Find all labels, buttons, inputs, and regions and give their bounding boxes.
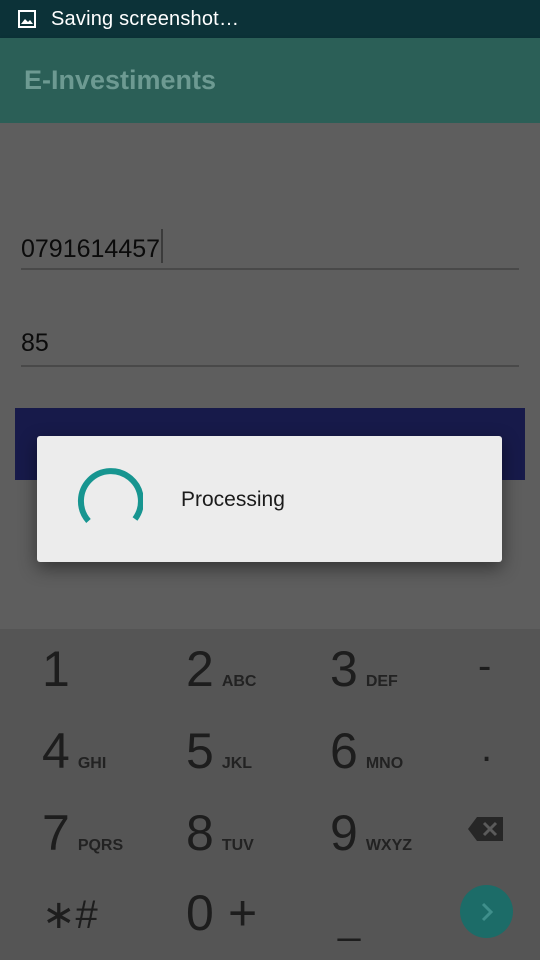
key-digit: 3: [330, 641, 358, 697]
status-text: Saving screenshot…: [51, 7, 240, 30]
dialog-message: Processing: [181, 488, 285, 511]
key-5[interactable]: 5 JKL: [186, 722, 252, 780]
key-2[interactable]: 2 ABC: [186, 640, 256, 698]
processing-dialog: Processing: [37, 436, 502, 562]
key-digit: 6: [330, 723, 358, 779]
key-dot[interactable]: .: [481, 726, 492, 771]
progress-spinner: [77, 468, 143, 523]
key-3[interactable]: 3 DEF: [330, 640, 398, 698]
key-letters: JKL: [221, 755, 253, 772]
key-digit: 7: [42, 805, 70, 861]
key-symbol: ∗#: [42, 893, 98, 937]
status-bar: Saving screenshot…: [0, 0, 540, 38]
key-digit: 9: [330, 805, 358, 861]
key-symbol: +: [228, 885, 258, 941]
key-1[interactable]: 1: [42, 640, 70, 698]
key-minus[interactable]: -: [478, 644, 491, 689]
key-7[interactable]: 7 PQRS: [42, 804, 123, 862]
key-9[interactable]: 9 WXYZ: [330, 804, 412, 862]
key-star-hash[interactable]: ∗#: [42, 892, 98, 938]
backspace-icon[interactable]: [467, 815, 505, 843]
app-title: E-Investiments: [24, 65, 217, 95]
key-8[interactable]: 8 TUV: [186, 804, 254, 862]
key-symbol: _: [338, 898, 361, 942]
key-symbol: .: [481, 726, 493, 770]
key-digit: 4: [42, 723, 70, 779]
key-letters: WXYZ: [365, 837, 413, 854]
key-symbol: -: [478, 644, 492, 688]
key-digit: 2: [186, 641, 214, 697]
key-letters: ABC: [221, 673, 257, 690]
chevron-right-icon: [481, 902, 493, 921]
key-digit: 1: [42, 641, 70, 697]
key-plus[interactable]: +: [228, 884, 257, 942]
amount-value: 85: [21, 329, 49, 357]
enter-button[interactable]: [460, 885, 513, 938]
text-caret: [161, 229, 164, 263]
key-letters: MNO: [365, 755, 404, 772]
key-letters: PQRS: [77, 837, 124, 854]
key-digit: 8: [186, 805, 214, 861]
key-4[interactable]: 4 GHI: [42, 722, 106, 780]
key-digit: 5: [186, 723, 214, 779]
amount-field[interactable]: 85: [21, 329, 519, 367]
key-letters: DEF: [365, 673, 398, 690]
app-bar: E-Investiments: [0, 38, 540, 123]
key-digit: 0: [186, 885, 214, 941]
key-letters: TUV: [221, 837, 254, 854]
phone-value: 0791614457: [21, 235, 161, 263]
key-letters: GHI: [77, 755, 107, 772]
key-space[interactable]: _: [338, 898, 360, 943]
key-0[interactable]: 0: [186, 884, 214, 942]
image-icon: [18, 10, 36, 28]
phone-field[interactable]: 0791614457: [21, 229, 519, 270]
key-6[interactable]: 6 MNO: [330, 722, 403, 780]
